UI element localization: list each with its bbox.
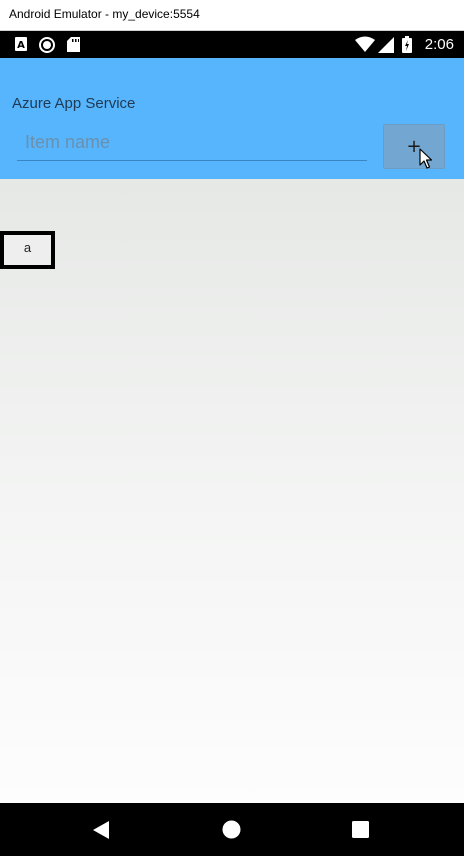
recents-icon[interactable] [352,821,369,838]
home-icon[interactable] [222,820,241,839]
list-item-label: a [23,240,32,255]
status-time: 2:06 [424,36,454,53]
sd-card-icon [67,37,80,52]
window-title: Android Emulator - my_device:5554 [9,7,200,21]
page-title: Azure App Service [12,95,136,112]
battery-icon [402,36,412,53]
emulator-titlebar: Android Emulator - my_device:5554 [0,0,464,31]
item-list: a [0,179,464,803]
list-item[interactable]: a [0,231,55,269]
wifi-icon [355,36,375,52]
item-name-input[interactable] [17,125,367,161]
navigation-bar [0,803,464,856]
app-header: Azure App Service + [0,58,464,179]
cell-signal-icon [378,37,394,53]
a-notification-icon: A [15,37,27,51]
add-item-button[interactable]: + [383,124,445,169]
mouse-cursor-icon [419,148,433,169]
record-icon [39,37,55,53]
svg-text:A: A [17,40,25,51]
back-icon[interactable] [92,820,110,840]
status-bar: A 2:06 [0,31,464,58]
